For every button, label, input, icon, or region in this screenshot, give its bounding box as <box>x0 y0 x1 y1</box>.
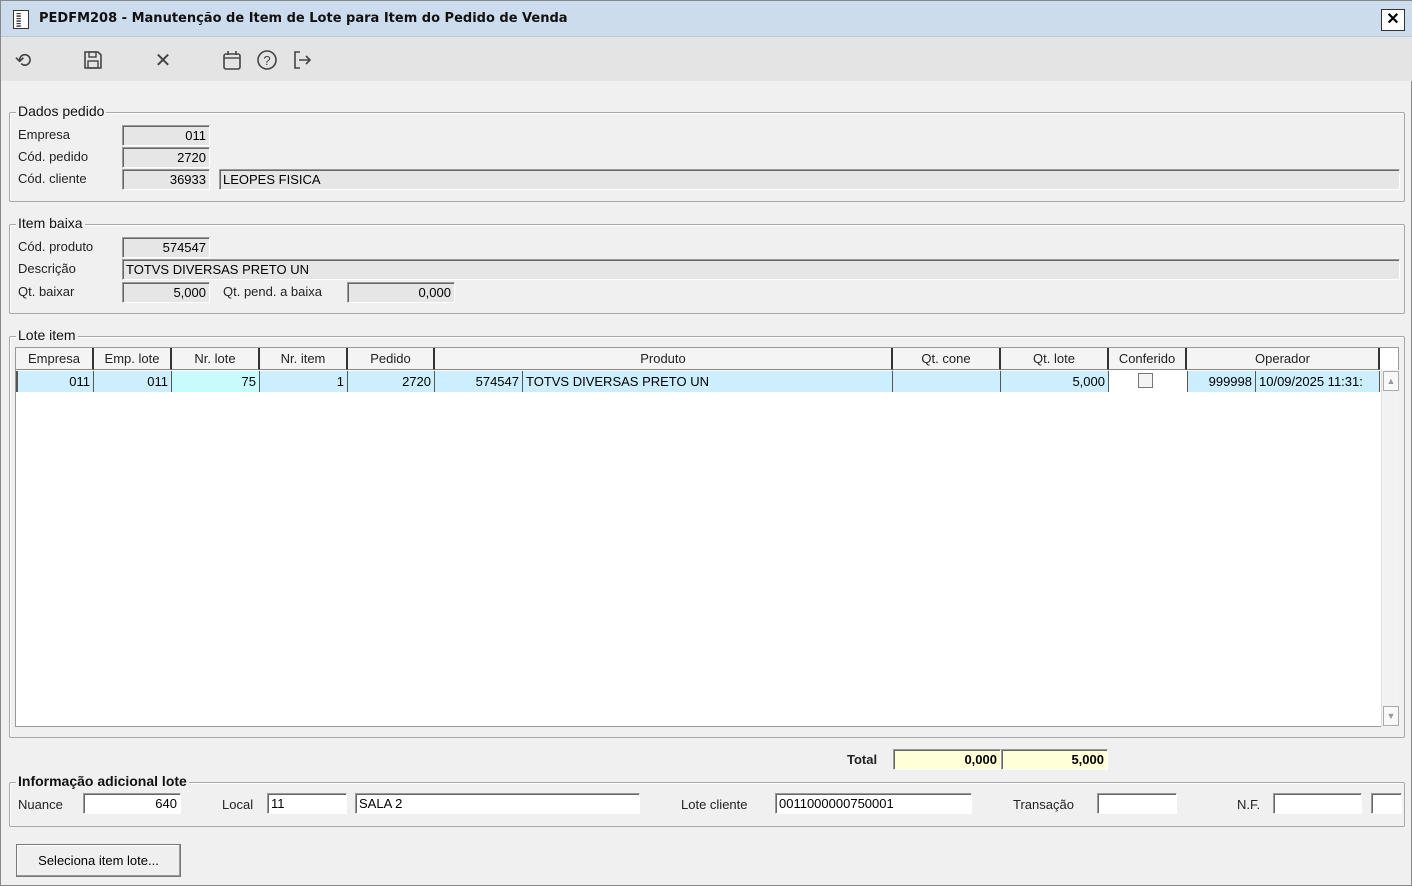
lote-cliente-label: Lote cliente <box>681 797 748 812</box>
cell-produto-desc[interactable]: TOTVS DIVERSAS PRETO UN <box>523 371 893 392</box>
cell-emp-lote[interactable]: 011 <box>94 371 172 392</box>
lote-item-title: Lote item <box>16 327 78 343</box>
scroll-down-button[interactable]: ▼ <box>1383 706 1399 726</box>
cell-nr-lote[interactable]: 75 <box>172 371 260 392</box>
column-header-nr-item[interactable]: Nr. item <box>260 348 348 370</box>
column-header-conferido[interactable]: Conferido <box>1109 348 1187 370</box>
cell-empresa[interactable]: 011 <box>16 371 94 392</box>
descricao-field: TOTVS DIVERSAS PRETO UN <box>122 259 1400 280</box>
column-header-operador[interactable]: Operador <box>1187 348 1380 370</box>
cliente-label: Cód. cliente <box>18 171 87 186</box>
local-nome-field[interactable]: SALA 2 <box>355 793 640 814</box>
total-label: Total <box>847 752 878 767</box>
qt-pend-label: Qt. pend. a baixa <box>223 284 323 299</box>
column-header-qt-cone[interactable]: Qt. cone <box>893 348 1001 370</box>
nf-serie-field[interactable] <box>1371 793 1402 814</box>
dados-pedido-title: Dados pedido <box>16 103 107 119</box>
exit-icon[interactable] <box>289 47 315 73</box>
document-icon: ≡ ≡ ≡ <box>13 10 29 30</box>
lote-item-grid: Empresa Emp. lote Nr. lote Nr. item Pedi… <box>15 347 1399 727</box>
nuance-label: Nuance <box>18 797 63 812</box>
save-icon[interactable] <box>80 47 106 73</box>
seleciona-item-lote-button[interactable]: Seleciona item lote... <box>16 844 181 877</box>
total-qt-lote: 5,000 <box>1001 749 1108 770</box>
empresa-label: Empresa <box>18 127 71 142</box>
scroll-up-button[interactable]: ▲ <box>1383 371 1399 391</box>
cell-produto-cod[interactable]: 574547 <box>435 371 523 392</box>
nuance-field[interactable]: 640 <box>83 793 181 814</box>
cell-conferido <box>1109 371 1187 392</box>
cancel-icon[interactable]: ✕ <box>150 47 176 73</box>
qt-pend-field: 0,000 <box>347 282 455 303</box>
cliente-nome-field: LEOPES FISICA <box>219 169 1400 190</box>
empresa-field: 011 <box>122 125 210 146</box>
column-header-nr-lote[interactable]: Nr. lote <box>172 348 260 370</box>
cell-operador-cod[interactable]: 999998 <box>1187 371 1256 392</box>
cell-nr-item[interactable]: 1 <box>260 371 348 392</box>
transacao-label: Transação <box>1013 797 1074 812</box>
svg-text:?: ? <box>263 53 270 68</box>
total-qt-cone: 0,000 <box>893 749 1001 770</box>
cell-qt-lote[interactable]: 5,000 <box>1001 371 1109 392</box>
column-header-empresa[interactable]: Empresa <box>16 348 94 370</box>
column-header-pedido[interactable]: Pedido <box>348 348 435 370</box>
produto-label: Cód. produto <box>18 239 94 254</box>
item-baixa-title: Item baixa <box>16 215 85 231</box>
column-header-qt-lote[interactable]: Qt. lote <box>1001 348 1109 370</box>
lote-cliente-field[interactable]: 0011000000750001 <box>775 793 972 814</box>
column-header-produto[interactable]: Produto <box>435 348 893 370</box>
vertical-scrollbar[interactable]: ▲ ▼ <box>1381 370 1399 727</box>
cell-operador-data[interactable]: 10/09/2025 11:31: <box>1256 371 1380 392</box>
window-title: PEDFM208 - Manutenção de Item de Lote pa… <box>39 11 568 26</box>
qt-baixar-field: 5,000 <box>122 282 210 303</box>
nf-label: N.F. <box>1237 797 1261 812</box>
cliente-field: 36933 <box>122 169 210 190</box>
descricao-label: Descrição <box>18 261 76 276</box>
transacao-field[interactable] <box>1097 793 1177 814</box>
pedido-label: Cód. pedido <box>18 149 89 164</box>
close-button[interactable]: ✕ <box>1381 9 1405 31</box>
local-cod-field[interactable]: 11 <box>267 793 347 814</box>
local-label: Local <box>222 797 254 812</box>
nf-field[interactable] <box>1273 793 1362 814</box>
help-icon[interactable]: ? <box>254 47 280 73</box>
info-adicional-title: Informação adicional lote <box>16 773 189 789</box>
conferido-checkbox[interactable] <box>1138 373 1153 388</box>
cell-qt-cone[interactable] <box>893 371 1001 392</box>
produto-field: 574547 <box>122 237 210 258</box>
undo-icon[interactable]: ⟲ <box>10 47 36 73</box>
title-bar: ≡ ≡ ≡ PEDFM208 - Manutenção de Item de Lot… <box>1 1 1412 37</box>
cell-pedido[interactable]: 2720 <box>348 371 435 392</box>
calendar-icon[interactable] <box>219 47 245 73</box>
qt-baixar-label: Qt. baixar <box>18 284 75 299</box>
pedido-field: 2720 <box>122 147 210 168</box>
toolbar <box>1 37 1412 81</box>
column-header-emp-lote[interactable]: Emp. lote <box>94 348 172 370</box>
